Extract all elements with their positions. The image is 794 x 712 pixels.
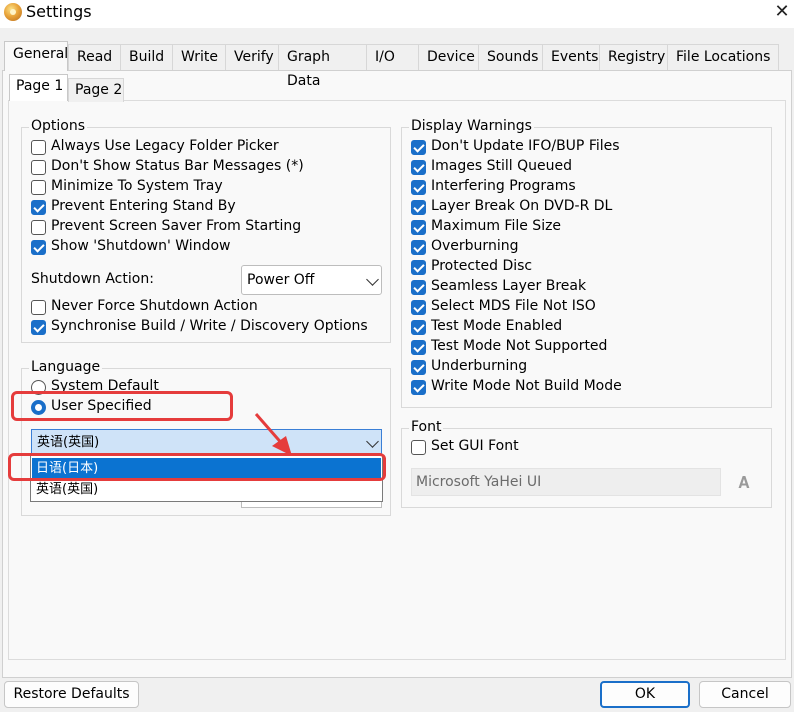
radio-system-default[interactable] (31, 380, 46, 395)
language-select[interactable]: 英语(英国) (31, 429, 382, 456)
checkbox-warn-max-file-size[interactable] (411, 220, 426, 235)
label-warn-overburning: Overburning (431, 238, 519, 254)
checkbox-warn-write-mode[interactable] (411, 380, 426, 395)
label-synchronise-options: Synchronise Build / Write / Discovery Op… (51, 318, 368, 334)
chevron-down-icon (366, 273, 379, 286)
label-warn-layer-break: Layer Break On DVD-R DL (431, 198, 613, 214)
tab-graph-data[interactable]: Graph Data (278, 44, 366, 89)
checkbox-status-bar-messages[interactable] (31, 160, 46, 175)
label-warn-images-queued: Images Still Queued (431, 158, 572, 174)
shutdown-action-label: Shutdown Action: (31, 271, 154, 287)
checkbox-show-shutdown[interactable] (31, 240, 46, 255)
close-icon[interactable]: ✕ (770, 0, 794, 26)
label-set-gui-font: Set GUI Font (431, 438, 519, 454)
checkbox-synchronise-options[interactable] (31, 320, 46, 335)
label-warn-protected-disc: Protected Disc (431, 258, 533, 274)
cancel-button[interactable]: Cancel (699, 681, 791, 708)
tab-io[interactable]: I/O (366, 44, 418, 70)
tab-build[interactable]: Build (120, 44, 172, 70)
label-warn-test-mode-unsupported: Test Mode Not Supported (431, 338, 608, 354)
dropdown-item-japanese[interactable]: 日语(日本) (32, 458, 381, 480)
checkbox-warn-overburning[interactable] (411, 240, 426, 255)
radio-user-specified[interactable] (31, 400, 46, 415)
font-picker-icon: 𝐀 (738, 473, 750, 492)
label-warn-mds-not-iso: Select MDS File Not ISO (431, 298, 596, 314)
annotation-arrow-icon (254, 413, 292, 456)
label-warn-underburning: Underburning (431, 358, 528, 374)
checkbox-legacy-folder-picker[interactable] (31, 140, 46, 155)
checkbox-minimize-tray[interactable] (31, 180, 46, 195)
label-legacy-folder-picker: Always Use Legacy Folder Picker (51, 138, 279, 154)
label-prevent-screensaver: Prevent Screen Saver From Starting (51, 218, 302, 234)
tab-events[interactable]: Events (542, 44, 599, 70)
shutdown-action-select[interactable]: Power Off (241, 265, 382, 295)
label-warn-ifo-bup: Don't Update IFO/BUP Files (431, 138, 620, 154)
label-warn-seamless-break: Seamless Layer Break (431, 278, 587, 294)
options-legend: Options (29, 118, 88, 134)
checkbox-prevent-standby[interactable] (31, 200, 46, 215)
checkbox-warn-seamless-break[interactable] (411, 280, 426, 295)
window-title: Settings (26, 2, 92, 21)
title-bar: Settings ✕ (0, 0, 794, 28)
display-warnings-legend: Display Warnings (409, 118, 534, 134)
dropdown-item-english-uk[interactable]: 英语(英国) (32, 479, 381, 501)
checkbox-warn-test-mode-enabled[interactable] (411, 320, 426, 335)
checkbox-warn-underburning[interactable] (411, 360, 426, 375)
chevron-down-icon (366, 435, 379, 448)
checkbox-warn-layer-break[interactable] (411, 200, 426, 215)
subtab-page-2[interactable]: Page 2 (68, 78, 124, 102)
ok-button[interactable]: OK (600, 681, 690, 708)
label-warn-max-file-size: Maximum File Size (431, 218, 562, 234)
app-icon (4, 3, 22, 21)
tab-write[interactable]: Write (172, 44, 225, 70)
font-legend: Font (409, 419, 444, 435)
tab-file-locations[interactable]: File Locations (667, 44, 779, 70)
checkbox-warn-mds-not-iso[interactable] (411, 300, 426, 315)
label-warn-interfering: Interfering Programs (431, 178, 576, 194)
shutdown-action-value: Power Off (247, 272, 315, 288)
tab-sounds[interactable]: Sounds (478, 44, 542, 70)
label-warn-test-mode-enabled: Test Mode Enabled (431, 318, 563, 334)
checkbox-warn-test-mode-unsupported[interactable] (411, 340, 426, 355)
label-user-specified: User Specified (51, 398, 152, 414)
label-never-force-shutdown: Never Force Shutdown Action (51, 298, 258, 314)
label-system-default: System Default (51, 378, 159, 394)
tab-registry[interactable]: Registry (599, 44, 667, 70)
label-prevent-standby: Prevent Entering Stand By (51, 198, 236, 214)
checkbox-warn-images-queued[interactable] (411, 160, 426, 175)
restore-defaults-button[interactable]: Restore Defaults (4, 681, 139, 708)
label-show-shutdown: Show 'Shutdown' Window (51, 238, 231, 254)
language-legend: Language (29, 359, 103, 375)
checkbox-prevent-screensaver[interactable] (31, 220, 46, 235)
checkbox-warn-ifo-bup[interactable] (411, 140, 426, 155)
label-status-bar-messages: Don't Show Status Bar Messages (*) (51, 158, 304, 174)
tab-general[interactable]: General (4, 41, 68, 71)
checkbox-warn-protected-disc[interactable] (411, 260, 426, 275)
tab-read[interactable]: Read (68, 44, 120, 70)
font-name-field: Microsoft YaHei UI (411, 468, 721, 496)
label-warn-write-mode: Write Mode Not Build Mode (431, 378, 622, 394)
subtab-page-1[interactable]: Page 1 (9, 74, 68, 101)
checkbox-never-force-shutdown[interactable] (31, 300, 46, 315)
tab-verify[interactable]: Verify (225, 44, 278, 70)
language-select-value: 英语(英国) (37, 435, 100, 450)
label-minimize-tray: Minimize To System Tray (51, 178, 223, 194)
tab-device[interactable]: Device (418, 44, 478, 70)
checkbox-set-gui-font[interactable] (411, 440, 426, 455)
checkbox-warn-interfering[interactable] (411, 180, 426, 195)
language-dropdown-list: 日语(日本) 英语(英国) (30, 455, 383, 502)
